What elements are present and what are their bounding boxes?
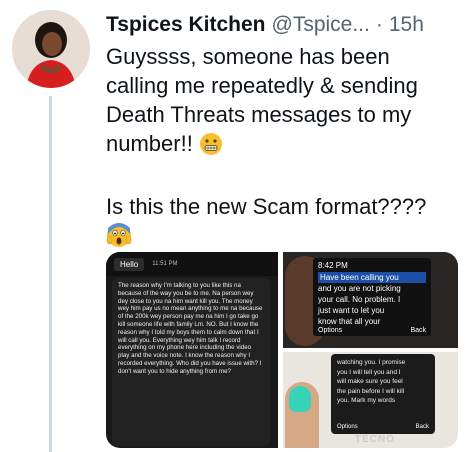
face-screaming-in-fear-emoji-icon [106,222,132,255]
phone-message-line: know that all your [318,317,381,326]
separator-dot: · [375,13,383,36]
back-softkey: Back [415,424,429,430]
phone-message-line: just want to let you [318,306,385,315]
author-avatar[interactable] [12,10,90,88]
phone2-message-line: you I will tell you and I [337,368,401,376]
back-softkey: Back [410,327,426,334]
phone-message-line: and you are not picking [318,284,401,293]
hello-message: Hello [114,257,145,271]
tweet-text-line1: Guyssss, someone has been calling me rep… [106,44,418,156]
media-phone-photo-1[interactable]: 8:42 PM Have been calling you and you ar… [283,252,458,348]
phone-softkeys: Options Back [318,327,426,334]
phone2-message-line: will make sure you feel [337,378,403,385]
phone-message: Have been calling you and you are not pi… [318,272,426,327]
avatar-photo [12,10,90,88]
phone2-message-line: you. Mark my words [337,397,396,404]
phone2-message: watching you. I promise you I will tell … [337,358,429,406]
phone2-softkeys: Options Back [337,424,429,430]
author-name[interactable]: Tspices Kitchen [106,13,266,37]
media-chat-screenshot[interactable]: Hello 11:51 PM The reason why I'm talkin… [106,252,278,448]
chat-header: Hello 11:51 PM [106,252,278,276]
phone2-message-line: watching you. I promise [337,359,406,366]
phone-message-line: Have been calling you [318,272,426,283]
grimacing-face-emoji-icon [199,132,223,163]
author-handle[interactable]: @Tspice... [272,13,370,37]
options-softkey: Options [318,327,343,334]
phone2-message-line: the pain before I will kill [337,387,405,395]
phone-screen: 8:42 PM Have been calling you and you ar… [313,258,431,336]
tweet-text: Guyssss, someone has been calling me rep… [106,42,458,255]
nail-shape [289,386,311,412]
tweet-media-grid: Hello 11:51 PM The reason why I'm talkin… [106,252,458,448]
phone-brand-label: TECNO [355,434,395,445]
threat-message-bubble: The reason why I'm talking to you like t… [112,278,270,446]
media-phone-photo-2[interactable]: watching you. I promise you I will tell … [283,352,458,448]
hello-message-time: 11:51 PM [152,261,178,267]
phone-screen-2: watching you. I promise you I will tell … [331,354,435,434]
phone-message-line: your call. No problem. I [318,295,401,304]
thread-line [49,96,52,452]
tweet-header: Tspices Kitchen @Tspice... · 15h [106,8,460,42]
options-softkey: Options [337,424,358,430]
phone-time: 8:42 PM [318,261,348,270]
tweet-text-line2: Is this the new Scam format???? [106,194,427,219]
tweet-timestamp[interactable]: 15h [389,13,424,37]
